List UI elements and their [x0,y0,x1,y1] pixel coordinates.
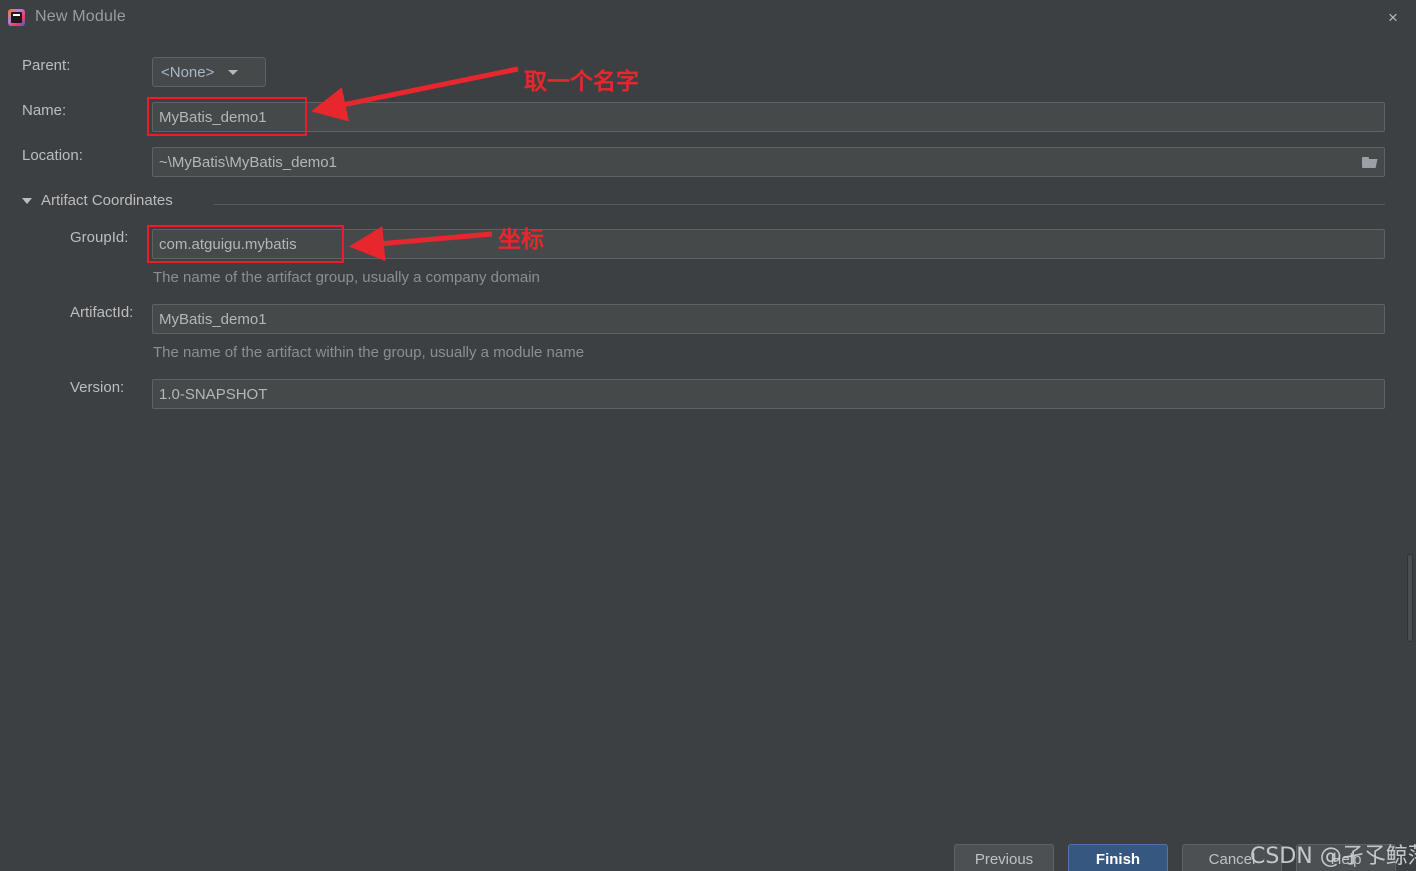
finish-button[interactable]: Finish [1068,844,1168,871]
section-divider [214,204,1385,205]
vertical-scrollbar-thumb[interactable] [1407,554,1413,642]
dialog-footer: Previous Finish Cancel Help [0,837,1416,871]
groupid-row: GroupId: [70,229,128,246]
annotation-label-groupid: 坐标 [498,227,544,253]
parent-row: Parent: [22,57,152,74]
artifact-coordinates-toggle[interactable]: Artifact Coordinates [22,192,173,209]
chevron-down-icon [228,69,239,75]
artifactid-input[interactable]: MyBatis_demo1 [152,304,1385,334]
artifact-coordinates-title: Artifact Coordinates [41,192,173,209]
previous-button[interactable]: Previous [954,844,1054,871]
new-module-dialog: New Module × Parent: <None> Name: MyBati… [0,0,1416,871]
name-row: Name: [22,102,152,119]
folder-icon [1361,156,1378,168]
groupid-hint: The name of the artifact group, usually … [153,269,540,286]
artifactid-label: ArtifactId: [70,304,134,321]
help-button[interactable]: Help [1296,844,1396,871]
groupid-label: GroupId: [70,229,129,246]
title-bar: New Module [0,0,1416,34]
annotation-label-name: 取一个名字 [524,69,639,95]
version-label: Version: [70,379,125,396]
artifactid-hint: The name of the artifact within the grou… [153,344,585,361]
name-input[interactable]: MyBatis_demo1 [152,102,1385,132]
parent-select[interactable]: <None> [152,57,266,87]
window-title: New Module [35,8,126,25]
version-row: Version: [70,379,124,396]
version-input[interactable]: 1.0-SNAPSHOT [152,379,1385,409]
browse-folder-button[interactable] [1355,147,1385,177]
vertical-scrollbar-track[interactable] [1402,34,1416,837]
name-label: Name: [22,102,67,119]
artifactid-row: ArtifactId: [70,304,133,321]
groupid-input[interactable]: com.atguigu.mybatis [152,229,1385,259]
close-icon[interactable]: × [1370,0,1416,34]
cancel-button[interactable]: Cancel [1182,844,1282,871]
location-row: Location: [22,147,152,164]
location-label: Location: [22,147,83,164]
parent-label: Parent: [22,57,71,74]
parent-select-value: <None> [161,63,215,81]
intellij-idea-icon [8,8,25,26]
chevron-down-icon [22,197,32,204]
location-input[interactable]: ~\MyBatis\MyBatis_demo1 [152,147,1355,177]
